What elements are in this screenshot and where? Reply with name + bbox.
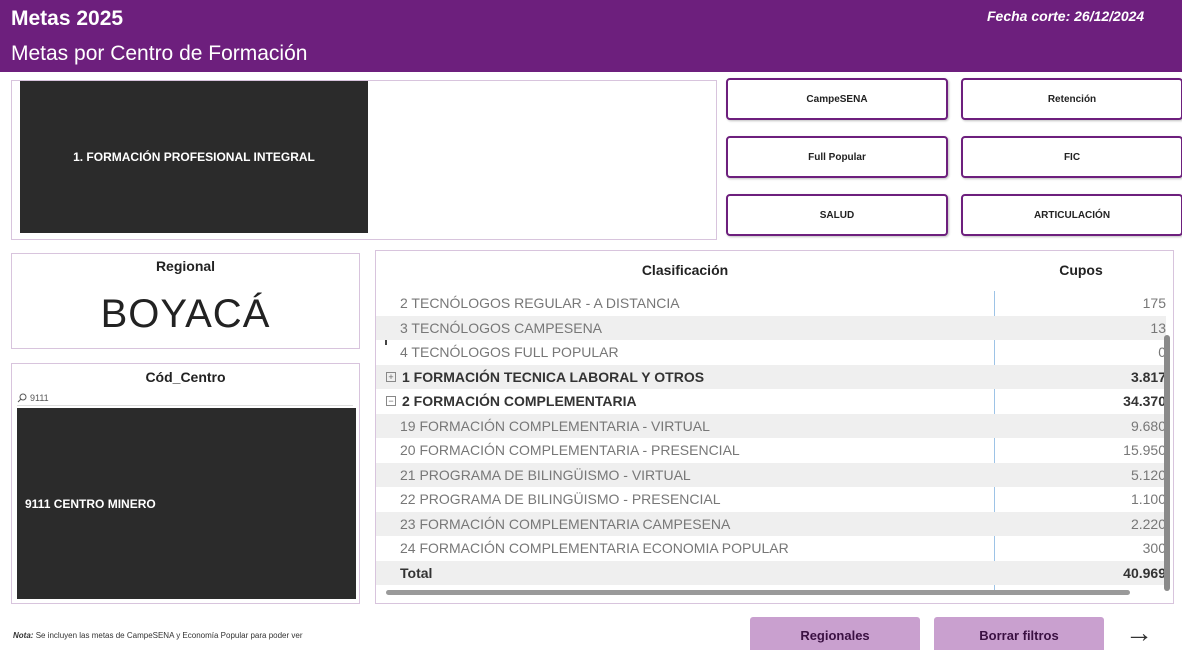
row-label: Total xyxy=(400,564,433,581)
salud-button[interactable]: SALUD xyxy=(726,194,948,236)
row-label: 22 PROGRAMA DE BILINGÜISMO - PRESENCIAL xyxy=(400,491,721,508)
row-label: 3 TECNÓLOGOS CAMPESENA xyxy=(400,319,603,336)
regional-label: Regional xyxy=(155,258,216,274)
row-value: 9.680 xyxy=(1130,417,1166,434)
column-header-cupos[interactable]: Cupos xyxy=(996,262,1166,278)
row-value: 2.220 xyxy=(1130,515,1166,532)
table-row[interactable]: 20 FORMACIÓN COMPLEMENTARIA - PRESENCIAL… xyxy=(376,438,1166,463)
report-subtitle: Metas por Centro de Formación xyxy=(11,42,308,65)
table-row[interactable]: 23 FORMACIÓN COMPLEMENTARIA CAMPESENA 2.2… xyxy=(376,511,1166,536)
formacion-slicer: 1. FORMACIÓN PROFESIONAL INTEGRAL xyxy=(11,80,717,240)
full-popular-button[interactable]: Full Popular xyxy=(726,136,948,178)
table-row[interactable]: 22 PROGRAMA DE BILINGÜISMO - PRESENCIAL 1… xyxy=(376,487,1166,512)
row-value: 40.969 xyxy=(1123,564,1166,581)
centro-search-value: 9111 xyxy=(30,393,49,403)
row-label: 19 FORMACIÓN COMPLEMENTARIA - VIRTUAL xyxy=(400,417,710,434)
table-row[interactable]: 19 FORMACIÓN COMPLEMENTARIA - VIRTUAL 9.6… xyxy=(376,413,1166,438)
row-value: 1.100 xyxy=(1130,491,1166,508)
column-header-clasificacion[interactable]: Clasificación xyxy=(376,262,994,278)
table-row[interactable]: 21 PROGRAMA DE BILINGÜISMO - VIRTUAL 5.12… xyxy=(376,462,1166,487)
row-label: 1 FORMACIÓN TECNICA LABORAL Y OTROS xyxy=(402,368,705,385)
arrow-right-icon[interactable]: → xyxy=(1125,617,1153,649)
row-value: 13 xyxy=(1150,319,1166,336)
table-row[interactable]: 3 TECNÓLOGOS CAMPESENA 13 xyxy=(376,315,1166,340)
table-row[interactable]: −2 FORMACIÓN COMPLEMENTARIA 34.370 xyxy=(376,389,1166,414)
clasificacion-table: Clasificación Cupos 2 TECNÓLOGOS REGULAR… xyxy=(375,250,1174,604)
row-value: 300 xyxy=(1142,540,1166,557)
collapse-icon[interactable]: − xyxy=(386,396,396,407)
table-row[interactable]: 4 TECNÓLOGOS FULL POPULAR 0 xyxy=(376,340,1166,365)
table-row[interactable]: 24 FORMACIÓN COMPLEMENTARIA ECONOMIA POP… xyxy=(376,536,1166,561)
row-value: 34.370 xyxy=(1123,393,1166,410)
row-value: 3.817 xyxy=(1130,368,1166,385)
table-header: Clasificación Cupos xyxy=(376,251,1173,289)
row-label: 23 FORMACIÓN COMPLEMENTARIA CAMPESENA xyxy=(400,515,731,532)
search-icon xyxy=(17,393,27,403)
formacion-slicer-item[interactable]: 1. FORMACIÓN PROFESIONAL INTEGRAL xyxy=(20,81,368,233)
footnote: Nota: Se incluyen las metas de CampeSENA… xyxy=(13,631,303,640)
centro-search-input[interactable]: 9111 xyxy=(17,391,353,406)
row-label: 21 PROGRAMA DE BILINGÜISMO - VIRTUAL xyxy=(400,466,691,483)
centro-slicer-label: Cód_Centro xyxy=(145,369,226,385)
regionales-button[interactable]: Regionales xyxy=(750,617,920,650)
row-value: 175 xyxy=(1142,295,1166,312)
table-body: 2 TECNÓLOGOS REGULAR - A DISTANCIA 175 3 T… xyxy=(376,291,1166,585)
articulacion-button[interactable]: ARTICULACIÓN xyxy=(961,194,1182,236)
report-header: Metas 2025 Metas por Centro de Formación… xyxy=(0,0,1182,72)
clear-filters-button[interactable]: Borrar filtros xyxy=(934,617,1104,650)
row-label: 2 TECNÓLOGOS REGULAR - A DISTANCIA xyxy=(400,295,680,312)
row-label: 2 FORMACIÓN COMPLEMENTARIA xyxy=(402,393,637,410)
table-total-row[interactable]: Total 40.969 xyxy=(376,560,1166,585)
horizontal-scrollbar[interactable] xyxy=(386,590,1130,595)
row-label: 4 TECNÓLOGOS FULL POPULAR xyxy=(400,344,619,361)
fic-button[interactable]: FIC xyxy=(961,136,1182,178)
row-value: 15.950 xyxy=(1123,442,1166,459)
campesena-button[interactable]: CampeSENA xyxy=(726,78,948,120)
table-row[interactable]: 2 TECNÓLOGOS REGULAR - A DISTANCIA 175 xyxy=(376,291,1166,316)
footnote-text: Se incluyen las metas de CampeSENA y Eco… xyxy=(35,631,303,640)
cutoff-date: Fecha corte: 26/12/2024 xyxy=(987,8,1145,24)
row-label: 20 FORMACIÓN COMPLEMENTARIA - PRESENCIAL xyxy=(400,442,740,459)
vertical-scrollbar[interactable] xyxy=(1164,335,1170,591)
retencion-button[interactable]: Retención xyxy=(961,78,1182,120)
table-row[interactable]: +1 FORMACIÓN TECNICA LABORAL Y OTROS 3.81… xyxy=(376,364,1166,389)
centro-slicer-item[interactable]: 9111 CENTRO MINERO xyxy=(17,408,356,599)
regional-card: Regional BOYACÁ xyxy=(11,253,360,349)
centro-slicer: Cód_Centro 9111 9111 CENTRO MINERO xyxy=(11,363,360,604)
row-value: 5.120 xyxy=(1130,466,1166,483)
expand-icon[interactable]: + xyxy=(386,371,396,382)
row-label: 24 FORMACIÓN COMPLEMENTARIA ECONOMIA POP… xyxy=(400,540,789,557)
report-title: Metas 2025 xyxy=(11,7,124,30)
regional-value: BOYACÁ xyxy=(100,292,271,336)
footnote-label: Nota: xyxy=(13,631,34,640)
